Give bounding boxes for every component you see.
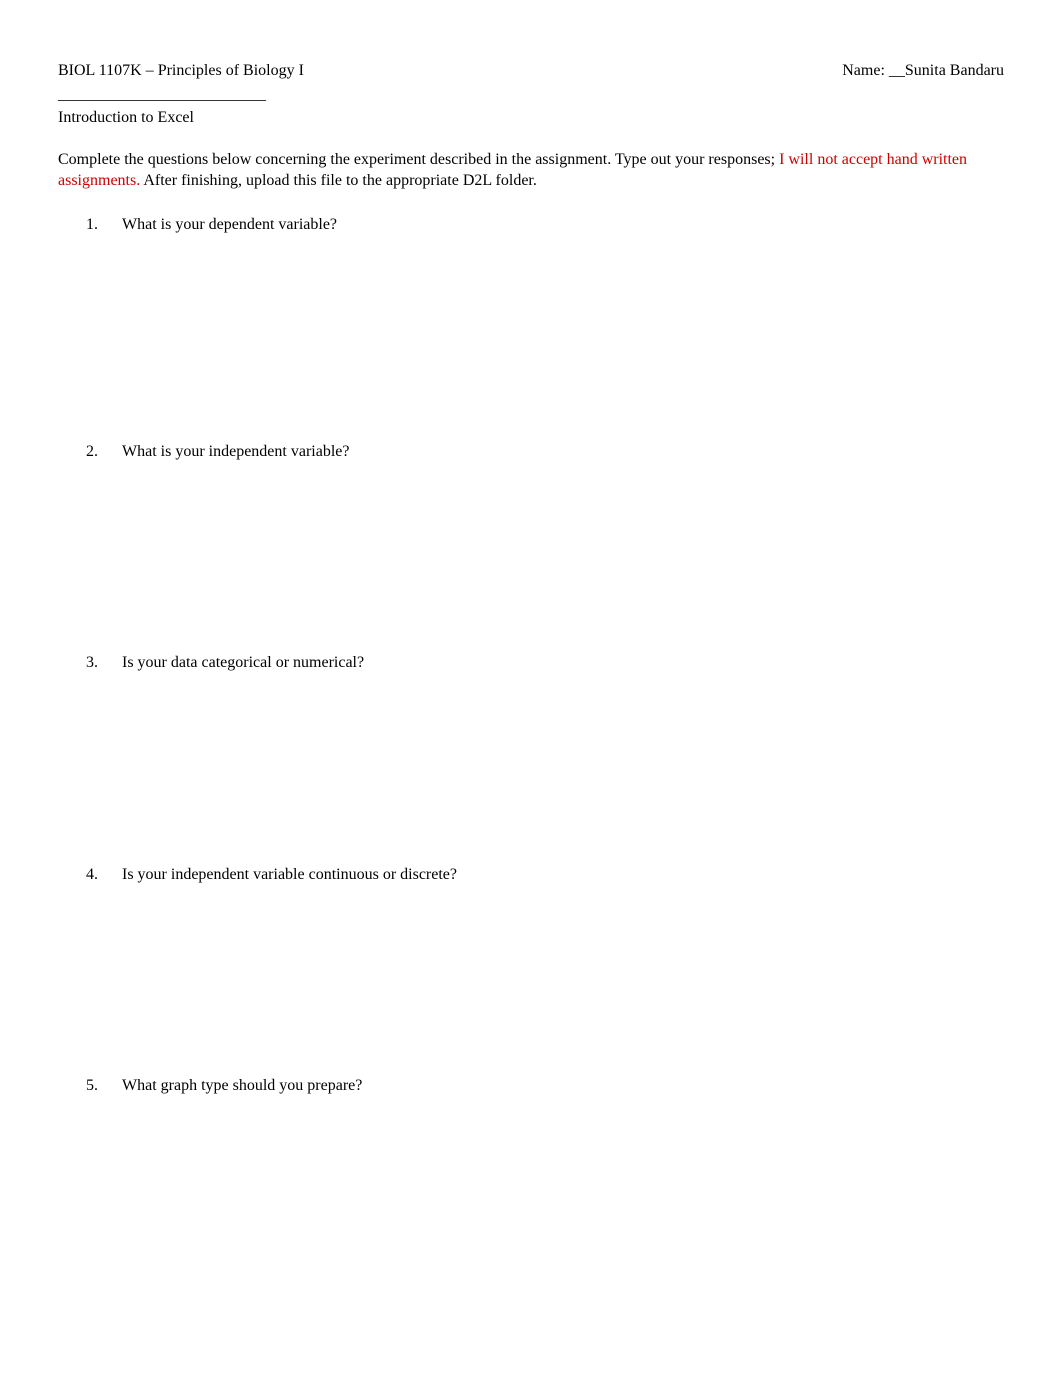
name-field: Name: __Sunita Bandaru — [842, 60, 1004, 82]
name-label: Name: __ — [842, 62, 905, 79]
question-5-number: 5. — [86, 1075, 98, 1097]
name-value: Sunita Bandaru — [905, 62, 1004, 79]
question-1-number: 1. — [86, 214, 98, 236]
question-4-text: Is your independent variable continuous … — [92, 864, 1004, 886]
question-1: 1. What is your dependent variable? — [92, 214, 1004, 236]
question-3-number: 3. — [86, 652, 98, 674]
question-5-text: What graph type should you prepare? — [92, 1075, 1004, 1097]
question-2-text: What is your independent variable? — [92, 441, 1004, 463]
instructions-part2: After finishing, upload this file to the… — [140, 172, 537, 189]
question-4: 4. Is your independent variable continuo… — [92, 864, 1004, 886]
subtitle: Introduction to Excel — [58, 107, 1004, 129]
question-1-text: What is your dependent variable? — [92, 214, 1004, 236]
question-2: 2. What is your independent variable? — [92, 441, 1004, 463]
instructions: Complete the questions below concerning … — [58, 149, 1004, 192]
question-3: 3. Is your data categorical or numerical… — [92, 652, 1004, 674]
question-4-number: 4. — [86, 864, 98, 886]
header-underline: __________________________ — [58, 84, 1004, 106]
header-row: BIOL 1107K – Principles of Biology I Nam… — [58, 60, 1004, 82]
question-5: 5. What graph type should you prepare? — [92, 1075, 1004, 1097]
question-2-number: 2. — [86, 441, 98, 463]
question-3-text: Is your data categorical or numerical? — [92, 652, 1004, 674]
instructions-part1: Complete the questions below concerning … — [58, 151, 779, 168]
course-title: BIOL 1107K – Principles of Biology I — [58, 60, 304, 82]
question-list: 1. What is your dependent variable? 2. W… — [58, 214, 1004, 1097]
